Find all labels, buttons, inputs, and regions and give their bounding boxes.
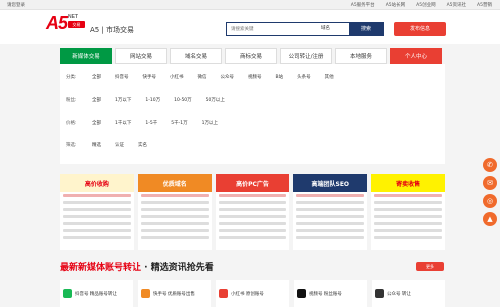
filter-option[interactable]: 全部 xyxy=(92,120,101,126)
ad-list xyxy=(138,192,212,241)
filter-option[interactable]: 公众号 xyxy=(221,74,235,80)
listing-card[interactable]: 小红书 原创账号 xyxy=(216,280,289,307)
section-title-sub: · 精选资讯抢先看 xyxy=(141,263,214,273)
filter-option[interactable]: 1万以上 xyxy=(202,120,218,126)
ad-banner: 高端团队SEO xyxy=(293,174,368,192)
search-box: 域名 搜索 xyxy=(226,22,384,36)
filter-option[interactable]: 头条号 xyxy=(297,74,311,80)
top-link[interactable]: A5服务平台 xyxy=(351,2,375,8)
phone-icon[interactable]: ✆ xyxy=(483,158,497,172)
top-links: A5服务平台 A5站长网 A5创业网 A5资讯社 A5营销 xyxy=(351,2,492,8)
search-type-select[interactable]: 域名 xyxy=(321,23,349,35)
filter-option[interactable]: 认证 xyxy=(115,142,124,148)
publish-button[interactable]: 发布信息 xyxy=(394,22,446,36)
tab-website[interactable]: 网站交易 xyxy=(115,48,167,64)
ad-list xyxy=(293,192,367,241)
top-link[interactable]: A5资讯社 xyxy=(447,2,466,8)
ad-card[interactable]: 高价PC广告 xyxy=(215,174,290,250)
filter-row-misc: 筛选: 精选 认证 实名 xyxy=(66,142,161,148)
filter-option[interactable]: 全部 xyxy=(92,74,101,80)
filter-panel: 分类: 全部 抖音号 快手号 小红书 微信 公众号 视频号 B站 头条号 其他 … xyxy=(60,64,445,164)
filter-row-price: 价格: 全部 1千以下 1-5千 5千-1万 1万以上 xyxy=(66,120,232,126)
top-link[interactable]: A5站长网 xyxy=(386,2,405,8)
login-link[interactable]: 请您登录 xyxy=(7,2,25,8)
ad-banner: 寄卖收售 xyxy=(371,174,445,192)
listing-title: 小红书 原创账号 xyxy=(231,291,264,297)
platform-icon xyxy=(141,289,150,298)
ad-card[interactable]: 高价收购 xyxy=(60,174,134,250)
ad-strip: 高价收购 优质域名 高价PC广告 高端团队SEO 寄卖收售 xyxy=(60,174,445,250)
filter-label: 粉丝: xyxy=(66,98,77,103)
filter-option[interactable]: 50万以上 xyxy=(206,97,225,103)
ad-list xyxy=(371,192,445,241)
platform-icon xyxy=(63,289,72,298)
ad-card[interactable]: 高端团队SEO xyxy=(293,174,368,250)
filter-option[interactable]: 1-5千 xyxy=(145,120,157,126)
top-link[interactable]: A5创业网 xyxy=(416,2,435,8)
chat-icon[interactable]: ✉ xyxy=(483,176,497,190)
category-nav: 新媒体交易 网站交易 域名交易 商标交易 公司转让/注册 本地服务 个人中心 xyxy=(60,48,445,64)
listing-card[interactable]: 视频号 粉丝账号 xyxy=(294,280,367,307)
tab-new-media[interactable]: 新媒体交易 xyxy=(60,48,112,64)
filter-label: 分类: xyxy=(66,75,77,80)
filter-row-fans: 粉丝: 全部 1万以下 1-10万 10-50万 50万以上 xyxy=(66,97,239,103)
ad-banner: 优质域名 xyxy=(137,174,212,192)
filter-option[interactable]: 视频号 xyxy=(248,74,262,80)
ad-list xyxy=(216,192,290,241)
listing-card[interactable]: 公众号 转让 xyxy=(372,280,445,307)
filter-option[interactable]: 小红书 xyxy=(170,74,184,80)
floating-toolbar: ✆ ✉ ◎ ▲ xyxy=(483,158,497,226)
filter-option[interactable]: 微信 xyxy=(198,74,207,80)
filter-label: 价格: xyxy=(66,121,77,126)
listing-title: 公众号 转让 xyxy=(387,291,411,297)
site-logo[interactable]: A5 NET 交易 xyxy=(46,13,90,42)
ad-banner: 高价收购 xyxy=(60,174,134,192)
filter-label: 筛选: xyxy=(66,143,77,148)
search-input[interactable] xyxy=(227,23,321,35)
site-slogan: A5 | 市场交易 xyxy=(90,26,135,34)
filter-option[interactable]: B站 xyxy=(276,74,284,80)
section-title: 最新新媒体账号转让 · 精选资讯抢先看 xyxy=(60,260,214,273)
filter-option[interactable]: 1万以下 xyxy=(115,97,131,103)
listing-title: 快手号 优质账号出售 xyxy=(153,291,195,297)
filter-option[interactable]: 实名 xyxy=(138,142,147,148)
listing-card[interactable]: 抖音号 精品账号转让 xyxy=(60,280,133,307)
tab-company[interactable]: 公司转让/注册 xyxy=(280,48,332,64)
tab-domain[interactable]: 域名交易 xyxy=(170,48,222,64)
ad-card[interactable]: 寄卖收售 xyxy=(371,174,445,250)
back-to-top-icon[interactable]: ▲ xyxy=(483,212,497,226)
filter-option[interactable]: 全部 xyxy=(92,97,101,103)
listing-title: 抖音号 精品账号转让 xyxy=(75,291,117,297)
platform-icon xyxy=(375,289,384,298)
filter-option[interactable]: 其他 xyxy=(325,74,334,80)
filter-row-category: 分类: 全部 抖音号 快手号 小红书 微信 公众号 视频号 B站 头条号 其他 xyxy=(66,74,348,80)
more-button[interactable]: 更多 xyxy=(416,262,444,271)
logo-badge: 交易 xyxy=(68,21,85,28)
filter-option[interactable]: 抖音号 xyxy=(115,74,129,80)
filter-option[interactable]: 10-50万 xyxy=(174,97,192,103)
ad-banner: 高价PC广告 xyxy=(215,174,290,192)
top-link[interactable]: A5营销 xyxy=(477,2,492,8)
filter-option[interactable]: 1-10万 xyxy=(145,97,160,103)
listing-card[interactable]: 快手号 优质账号出售 xyxy=(138,280,211,307)
filter-option[interactable]: 5千-1万 xyxy=(171,120,187,126)
tab-local[interactable]: 本地服务 xyxy=(335,48,387,64)
logo-text: A5 xyxy=(46,13,68,33)
filter-option[interactable]: 1千以下 xyxy=(115,120,131,126)
tab-trademark[interactable]: 商标交易 xyxy=(225,48,277,64)
search-button[interactable]: 搜索 xyxy=(349,23,383,35)
platform-icon xyxy=(297,289,306,298)
filter-option[interactable]: 精选 xyxy=(92,142,101,148)
wechat-icon[interactable]: ◎ xyxy=(483,194,497,208)
filter-option[interactable]: 快手号 xyxy=(143,74,157,80)
ad-card[interactable]: 优质域名 xyxy=(137,174,212,250)
tab-user-center[interactable]: 个人中心 xyxy=(390,48,442,64)
listing-title: 视频号 粉丝账号 xyxy=(309,291,342,297)
platform-icon xyxy=(219,289,228,298)
ad-list xyxy=(60,192,134,241)
section-title-main: 最新新媒体账号转让 xyxy=(60,263,142,273)
logo-net: NET xyxy=(68,14,78,20)
listing-cards: 抖音号 精品账号转让 快手号 优质账号出售 小红书 原创账号 视频号 粉丝账号 … xyxy=(60,280,445,307)
top-bar: 请您登录 A5服务平台 A5站长网 A5创业网 A5资讯社 A5营销 xyxy=(0,0,500,10)
